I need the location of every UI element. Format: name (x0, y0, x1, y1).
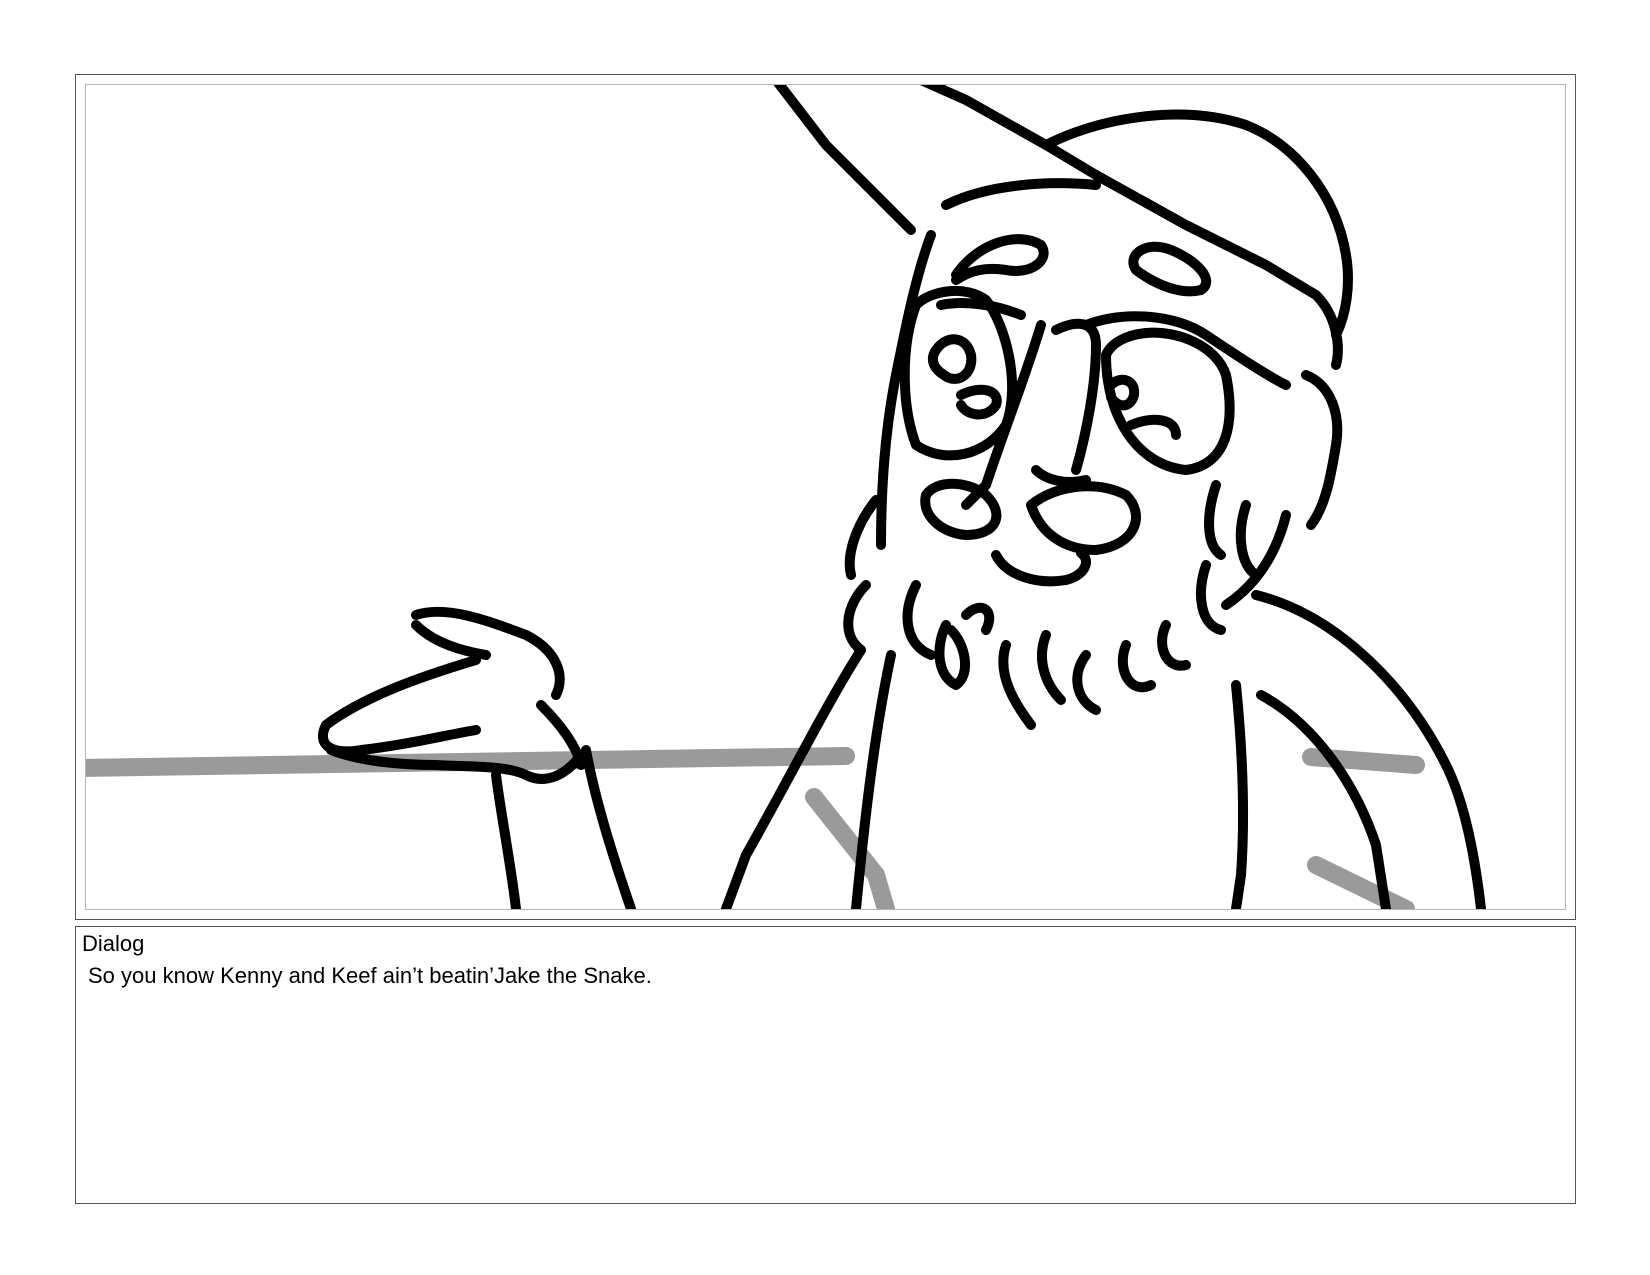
character-lines (317, 85, 1486, 909)
table-lines (86, 747, 1425, 909)
storyboard-panel-image (85, 84, 1566, 910)
storyboard-panel-frame (75, 74, 1576, 920)
sketch-illustration (86, 85, 1486, 909)
dialog-text: So you know Kenny and Keef ain’t beatin’… (88, 963, 652, 988)
dialog-box: Dialog So you know Kenny and Keef ain’t … (75, 926, 1576, 1204)
dialog-label: Dialog (82, 931, 145, 956)
